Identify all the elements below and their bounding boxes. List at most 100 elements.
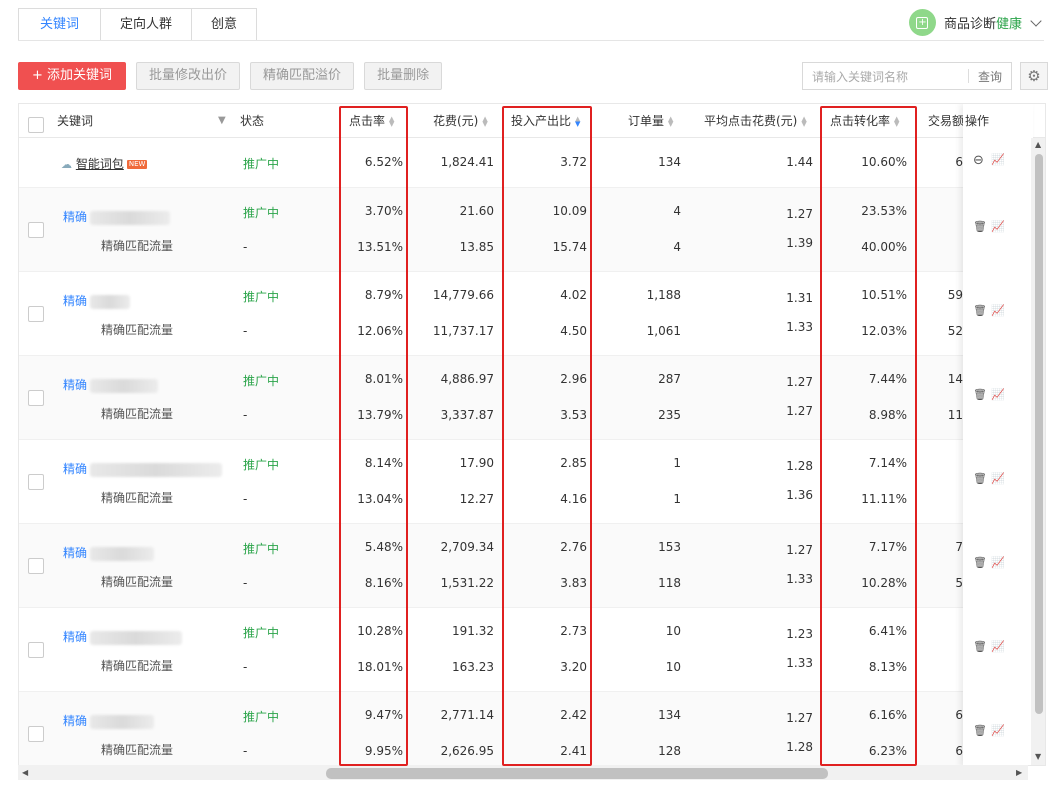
smart-keyword-package[interactable]: ☁ 智能词包 NEW	[61, 155, 148, 172]
table-row: 精确 精确匹配流量 推广中 - 5.48% 8.16% 2,709.34 1,531.22 2.…	[19, 524, 1045, 608]
trash-icon[interactable]: 🗑	[973, 556, 987, 569]
chevron-down-icon[interactable]	[1030, 14, 1042, 27]
trash-icon[interactable]: 🗑	[973, 724, 987, 737]
add-keyword-button[interactable]: + 添加关键词	[18, 62, 127, 90]
chart-icon[interactable]: 📈	[991, 640, 1005, 653]
row-checkbox[interactable]	[28, 390, 44, 406]
sort-icon: ▲ ▼	[668, 114, 674, 128]
keyword-cell[interactable]: 精确	[63, 628, 183, 645]
ctr-value: 18.01%	[357, 660, 403, 674]
tab-creative[interactable]: 创意	[192, 8, 258, 41]
row-checkbox[interactable]	[28, 726, 44, 742]
col-cost[interactable]: 花费(元) ▲ ▼	[433, 104, 489, 138]
scroll-down-icon[interactable]: ▼	[1035, 752, 1041, 761]
cvr-value: 8.98%	[868, 408, 907, 422]
select-all-checkbox[interactable]	[28, 117, 44, 133]
vertical-scrollbar[interactable]: ▲ ▼	[1031, 138, 1045, 765]
cloud-icon: ☁	[61, 158, 72, 171]
row-checkbox[interactable]	[28, 306, 44, 322]
ctr-value: 13.51%	[357, 240, 403, 254]
cpc-value: 1.33	[786, 572, 813, 586]
roi-value: 3.72	[560, 155, 587, 169]
scroll-up-icon[interactable]: ▲	[1035, 140, 1041, 149]
keyword-cell[interactable]: 精确	[63, 292, 131, 309]
tab-audience[interactable]: 定向人群	[101, 8, 193, 41]
cvr-value: 10.28%	[861, 576, 907, 590]
chart-icon[interactable]: 📈	[991, 472, 1005, 485]
cvr-value: 7.44%	[868, 372, 907, 386]
horizontal-scroll-thumb[interactable]	[326, 768, 828, 779]
gear-icon[interactable]: ⚙	[1020, 62, 1048, 90]
chart-icon[interactable]: 📈	[991, 220, 1005, 233]
sub-status-text: -	[243, 744, 248, 758]
chart-icon[interactable]: 📈	[991, 388, 1005, 401]
sub-status-text: -	[243, 660, 248, 674]
ctr-value: 8.14%	[364, 456, 403, 470]
scroll-left-icon[interactable]: ◀	[22, 768, 28, 777]
sub-status-text: -	[243, 324, 248, 338]
chart-icon[interactable]: 📈	[991, 304, 1005, 317]
horizontal-scrollbar[interactable]: ◀ ▶	[18, 765, 1028, 780]
trash-icon[interactable]: 🗑	[973, 388, 987, 401]
vertical-scroll-thumb[interactable]	[1035, 154, 1043, 714]
product-diagnosis[interactable]: + 商品诊断 健康	[908, 9, 1042, 36]
sub-keyword-label: 精确匹配流量	[101, 323, 174, 337]
table-row: 精确 精确匹配流量 推广中 - 8.01% 13.79% 4,886.97 3,337.87 2…	[19, 356, 1045, 440]
chart-icon[interactable]: 📈	[991, 724, 1005, 737]
sort-icon: ▲ ▼	[894, 114, 900, 128]
status-text: 推广中	[243, 157, 280, 171]
trash-icon[interactable]: 🗑	[973, 304, 987, 317]
batch-price-button[interactable]: 批量修改出价	[136, 62, 241, 90]
keyword-cell[interactable]: 精确	[63, 460, 223, 477]
orders-value: 1	[673, 456, 681, 470]
col-ctr[interactable]: 点击率 ▲ ▼	[349, 104, 396, 138]
match-tag: 精确	[63, 294, 88, 308]
keyword-cell[interactable]: 精确	[63, 712, 155, 729]
cpc-value: 1.36	[786, 488, 813, 502]
cost-value: 11,737.17	[432, 324, 494, 338]
roi-value: 2.85	[560, 456, 587, 470]
trash-icon[interactable]: 🗑	[973, 640, 987, 653]
orders-value: 10	[665, 660, 681, 674]
smart-name[interactable]: 智能词包	[76, 157, 124, 171]
ctr-value: 13.04%	[357, 492, 403, 506]
cvr-value: 12.03%	[861, 324, 907, 338]
trash-icon[interactable]: 🗑	[973, 220, 987, 233]
scroll-right-icon[interactable]: ▶	[1016, 768, 1022, 777]
row-checkbox[interactable]	[28, 558, 44, 574]
row-checkbox[interactable]	[28, 222, 44, 238]
status-text: 推广中	[243, 374, 280, 388]
col-cpc[interactable]: 平均点击花费(元) ▲ ▼	[704, 104, 808, 138]
col-keyword[interactable]: 关键词	[57, 104, 93, 138]
status-text: 推广中	[243, 290, 280, 304]
search-input[interactable]: 请输入关键词名称	[803, 68, 968, 85]
cost-value: 12.27	[459, 492, 494, 506]
remove-icon[interactable]: ⊖	[973, 153, 984, 168]
ctr-value: 5.48%	[364, 540, 403, 554]
keyword-cell[interactable]: 精确	[63, 544, 155, 561]
filter-icon[interactable]: ▼	[218, 104, 226, 138]
tab-keywords[interactable]: 关键词	[18, 8, 102, 41]
cvr-value: 6.23%	[868, 744, 907, 758]
batch-delete-button[interactable]: 批量删除	[364, 62, 443, 90]
exact-premium-button[interactable]: 精确匹配溢价	[250, 62, 355, 90]
chart-icon[interactable]: 📈	[991, 153, 1005, 166]
row-checkbox[interactable]	[28, 474, 44, 490]
ctr-value: 10.28%	[357, 624, 403, 638]
trash-icon[interactable]: 🗑	[973, 472, 987, 485]
col-gmv[interactable]: 交易额	[928, 104, 964, 138]
diagnosis-icon: +	[908, 9, 936, 36]
blurred-keyword	[90, 210, 171, 225]
roi-value: 10.09	[552, 204, 587, 218]
keyword-cell[interactable]: 精确	[63, 376, 159, 393]
roi-value: 3.83	[560, 576, 587, 590]
orders-value: 128	[658, 744, 681, 758]
row-checkbox[interactable]	[28, 642, 44, 658]
col-roi[interactable]: 投入产出比 ▲ ▼	[511, 104, 582, 138]
cvr-value: 10.51%	[861, 288, 907, 302]
chart-icon[interactable]: 📈	[991, 556, 1005, 569]
col-cvr[interactable]: 点击转化率 ▲ ▼	[830, 104, 901, 138]
keyword-cell[interactable]: 精确	[63, 208, 171, 225]
col-orders[interactable]: 订单量 ▲ ▼	[628, 104, 675, 138]
search-button[interactable]: 查询	[969, 68, 1011, 85]
